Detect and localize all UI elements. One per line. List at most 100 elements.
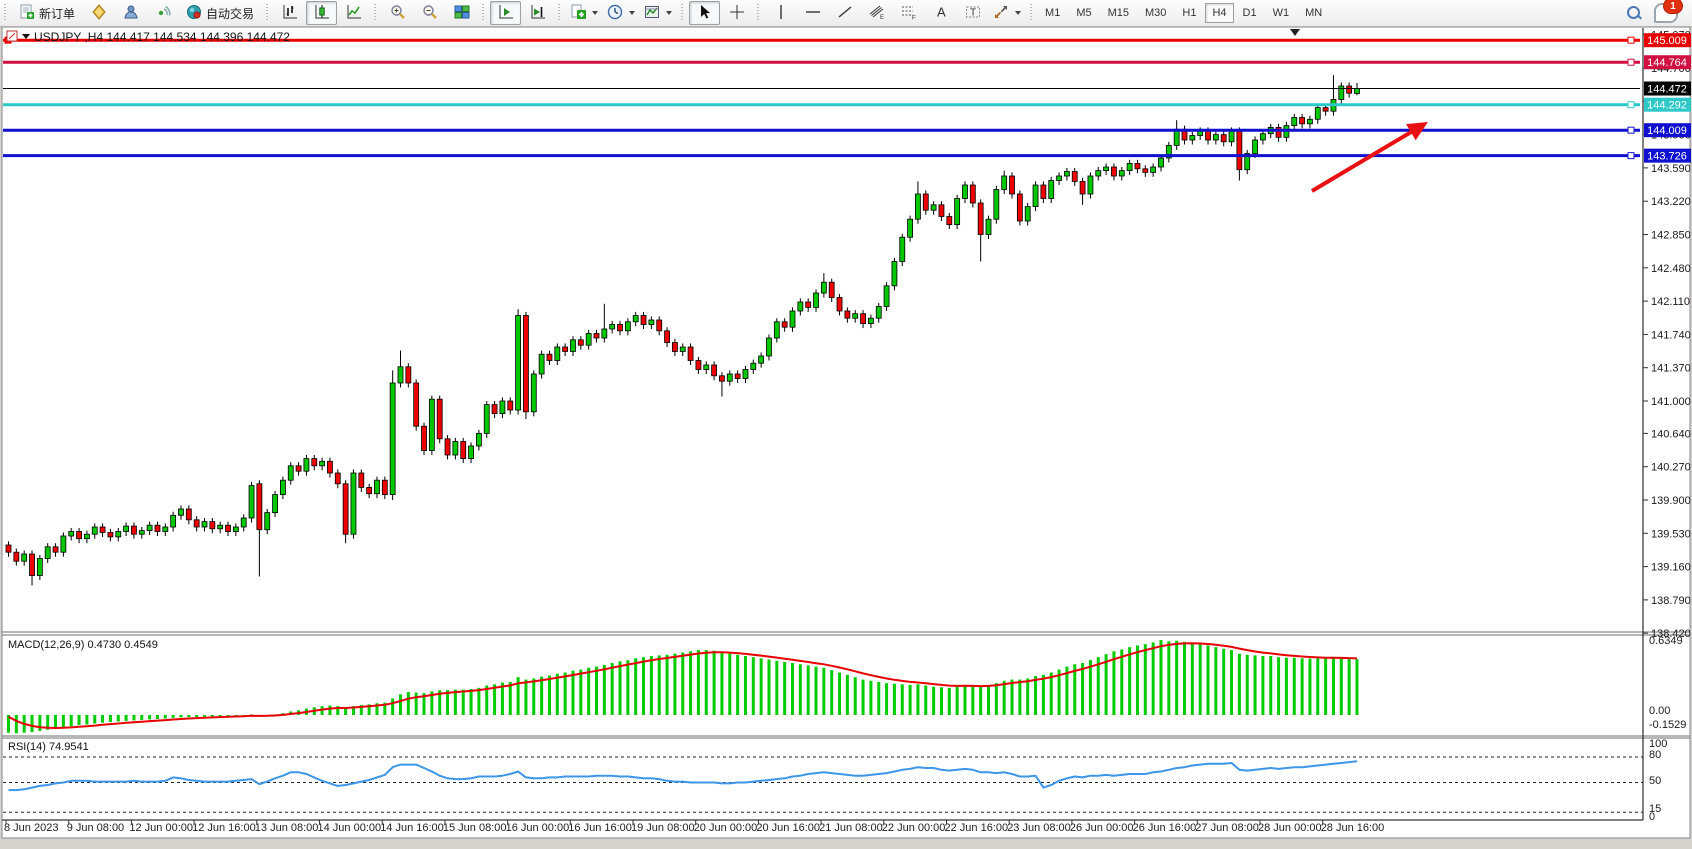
chart-shift-button[interactable] — [522, 1, 553, 25]
search-button[interactable] — [1618, 1, 1649, 25]
svg-text:0.00: 0.00 — [1649, 705, 1670, 717]
dropdown-caret — [666, 11, 672, 15]
dropdown-caret — [629, 11, 635, 15]
timeframe-m15[interactable]: M15 — [1101, 3, 1136, 23]
shapes-button[interactable] — [989, 1, 1025, 25]
toolbar-grip[interactable] — [755, 4, 762, 22]
notifications-button[interactable]: 1 — [1650, 1, 1682, 25]
svg-text:22 Jun 16:00: 22 Jun 16:00 — [945, 822, 1009, 834]
horizontal-line-icon — [805, 4, 821, 23]
zoom-in-button[interactable] — [382, 1, 413, 25]
svg-text:13 Jun 08:00: 13 Jun 08:00 — [255, 822, 319, 834]
line-anchor[interactable] — [1628, 153, 1634, 159]
crosshair-button[interactable] — [721, 1, 752, 25]
svg-text:A: A — [937, 4, 946, 19]
autotrading-label: 自动交易 — [206, 5, 254, 22]
signals-button[interactable] — [147, 1, 178, 25]
channel-button[interactable]: E — [861, 1, 892, 25]
svg-text:15 Jun 08:00: 15 Jun 08:00 — [443, 822, 507, 834]
svg-text:0: 0 — [1649, 811, 1655, 823]
toolbar-grip[interactable] — [679, 4, 686, 22]
svg-text:23 Jun 08:00: 23 Jun 08:00 — [1007, 822, 1071, 834]
dropdown-caret — [592, 11, 598, 15]
zoom-out-button[interactable] — [414, 1, 445, 25]
chart-shift-icon — [530, 4, 546, 23]
text-button[interactable]: A — [925, 1, 956, 25]
svg-text:20 Jun 00:00: 20 Jun 00:00 — [694, 822, 758, 834]
new-order-icon — [19, 4, 35, 23]
bar-chart-icon — [282, 4, 298, 23]
chart-title: USDJPY ,H4 144.417 144.534 144.396 144.4… — [7, 30, 290, 44]
timeframe-w1[interactable]: W1 — [1266, 3, 1297, 23]
svg-text:14 Jun 16:00: 14 Jun 16:00 — [380, 822, 444, 834]
svg-text:16 Jun 00:00: 16 Jun 00:00 — [506, 822, 570, 834]
chart-title-text: USDJPY ,H4 144.417 144.534 144.396 144.4… — [34, 30, 290, 44]
svg-text:144.292: 144.292 — [1647, 100, 1687, 112]
autotrading-button[interactable]: 自动交易 — [179, 2, 261, 24]
periods-icon — [607, 4, 623, 23]
main-toolbar: 新订单 自动交易 E F A T M1M5M15M30H1H4D1W1MN — [0, 0, 1692, 27]
trendline-button[interactable] — [829, 1, 860, 25]
vertical-line-button[interactable] — [765, 1, 796, 25]
profiles-button[interactable] — [83, 1, 114, 25]
timeframe-d1[interactable]: D1 — [1236, 3, 1264, 23]
label-button[interactable]: T — [957, 1, 988, 25]
svg-text:12 Jun 16:00: 12 Jun 16:00 — [192, 822, 256, 834]
candlestick-chart-button[interactable] — [306, 1, 337, 25]
fibonacci-button[interactable]: F — [893, 1, 924, 25]
dropdown-caret — [1015, 11, 1021, 15]
svg-text:22 Jun 00:00: 22 Jun 00:00 — [882, 822, 946, 834]
autotrading-icon — [186, 4, 202, 23]
svg-text:144.009: 144.009 — [1647, 125, 1687, 137]
label-icon: T — [965, 4, 981, 23]
templates-button[interactable] — [640, 1, 676, 25]
timeframe-mn[interactable]: MN — [1298, 3, 1329, 23]
svg-text:140.640: 140.640 — [1651, 428, 1691, 440]
terminal-icon — [123, 4, 139, 23]
toolbar-grip[interactable] — [372, 4, 379, 22]
line-anchor[interactable] — [1628, 127, 1634, 133]
indicators-button[interactable] — [566, 1, 602, 25]
timeframe-h1[interactable]: H1 — [1175, 3, 1203, 23]
toolbar-grip[interactable] — [480, 4, 487, 22]
svg-text:26 Jun 16:00: 26 Jun 16:00 — [1133, 822, 1197, 834]
svg-text:27 Jun 08:00: 27 Jun 08:00 — [1195, 822, 1259, 834]
toolbar-grip[interactable] — [264, 4, 271, 22]
periods-button[interactable] — [603, 1, 639, 25]
new-order-label: 新订单 — [39, 5, 75, 22]
svg-text:142.110: 142.110 — [1651, 296, 1690, 308]
bar-chart-button[interactable] — [274, 1, 305, 25]
svg-text:26 Jun 00:00: 26 Jun 00:00 — [1070, 822, 1134, 834]
crosshair-icon — [729, 4, 745, 23]
line-anchor[interactable] — [1628, 37, 1634, 43]
toolbar-grip[interactable] — [1028, 4, 1035, 22]
timeframe-m5[interactable]: M5 — [1069, 3, 1098, 23]
profiles-icon — [91, 4, 107, 23]
horizontal-line-button[interactable] — [797, 1, 828, 25]
cursor-button[interactable] — [689, 1, 720, 25]
svg-text:140.270: 140.270 — [1651, 462, 1691, 474]
auto-scroll-button[interactable] — [490, 1, 521, 25]
svg-text:142.480: 142.480 — [1651, 263, 1691, 275]
timeframe-m1[interactable]: M1 — [1038, 3, 1067, 23]
line-chart-button[interactable] — [338, 1, 369, 25]
timeframe-h4[interactable]: H4 — [1205, 3, 1233, 23]
timeframe-m30[interactable]: M30 — [1138, 3, 1173, 23]
chart-canvas[interactable]: 145.070144.700144.330143.960143.590143.2… — [0, 0, 1692, 849]
new-order-button[interactable]: 新订单 — [12, 2, 82, 24]
svg-text:143.726: 143.726 — [1647, 151, 1687, 163]
svg-text:145.009: 145.009 — [1647, 35, 1687, 47]
terminal-button[interactable] — [115, 1, 146, 25]
svg-text:14 Jun 00:00: 14 Jun 00:00 — [318, 822, 382, 834]
line-anchor[interactable] — [1628, 59, 1634, 65]
svg-text:144.472: 144.472 — [1647, 84, 1687, 96]
channel-icon: E — [869, 4, 885, 23]
svg-text:141.740: 141.740 — [1651, 329, 1691, 341]
line-anchor[interactable] — [1628, 102, 1634, 108]
zoom-in-icon — [390, 4, 406, 23]
toolbar-grip[interactable] — [2, 4, 9, 22]
vertical-line-icon — [773, 4, 789, 23]
toolbar-grip[interactable] — [556, 4, 563, 22]
trendline-icon — [837, 4, 853, 23]
tile-windows-button[interactable] — [446, 1, 477, 25]
